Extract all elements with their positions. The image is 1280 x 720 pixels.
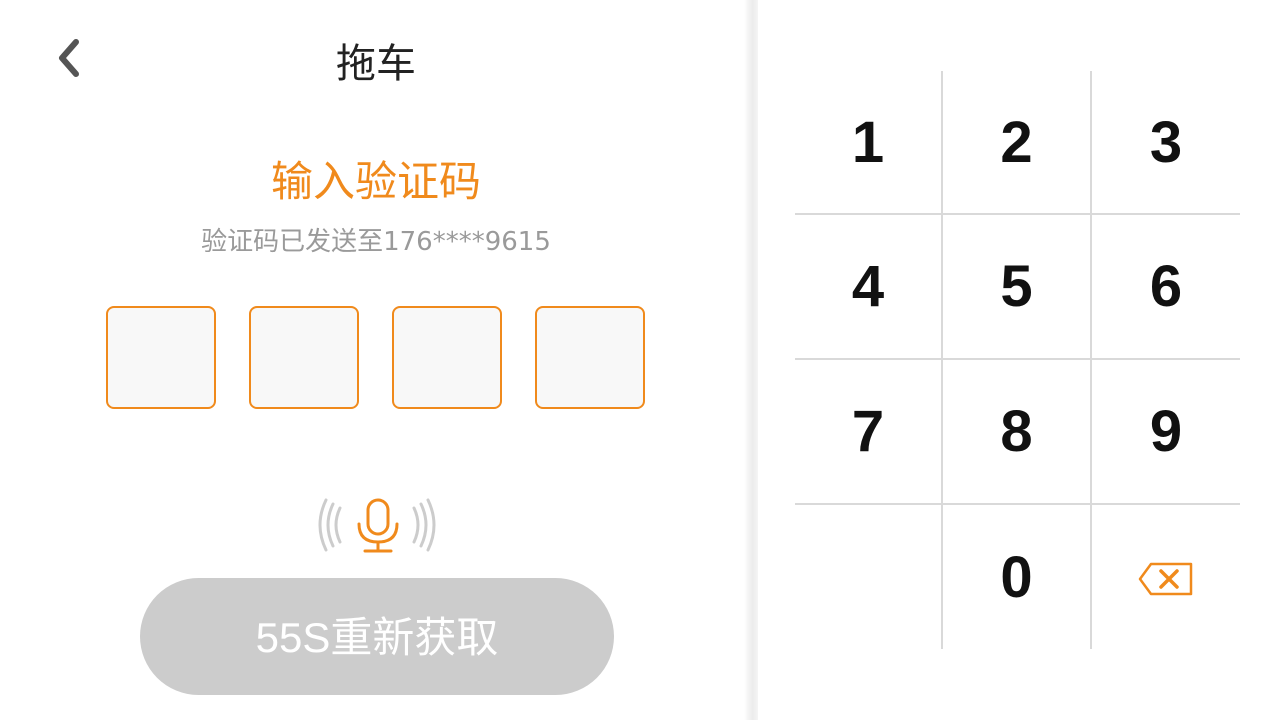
key-3[interactable]: 3 bbox=[1092, 71, 1240, 215]
code-input-group bbox=[106, 306, 645, 409]
verification-screen: 拖车 输入验证码 验证码已发送至176****9615 55S重新获取 1 2 … bbox=[0, 0, 1280, 720]
numeric-keypad: 1 2 3 4 5 6 7 8 9 0 bbox=[795, 71, 1240, 649]
key-2[interactable]: 2 bbox=[943, 71, 1092, 215]
key-4[interactable]: 4 bbox=[795, 215, 943, 360]
key-9[interactable]: 9 bbox=[1092, 360, 1240, 505]
code-digit-1[interactable] bbox=[106, 306, 216, 409]
key-empty bbox=[795, 505, 943, 649]
code-sent-message: 验证码已发送至176****9615 bbox=[201, 227, 551, 257]
key-0[interactable]: 0 bbox=[943, 505, 1092, 649]
key-1[interactable]: 1 bbox=[795, 71, 943, 215]
key-7[interactable]: 7 bbox=[795, 360, 943, 505]
code-digit-3[interactable] bbox=[392, 306, 502, 409]
backspace-icon bbox=[1137, 544, 1195, 611]
page-title: 拖车 bbox=[336, 41, 416, 87]
code-digit-2[interactable] bbox=[249, 306, 359, 409]
verification-panel: 拖车 输入验证码 验证码已发送至176****9615 55S重新获取 bbox=[0, 0, 752, 720]
key-8[interactable]: 8 bbox=[943, 360, 1092, 505]
key-5[interactable]: 5 bbox=[943, 215, 1092, 360]
panel-divider bbox=[744, 0, 758, 720]
resend-code-button[interactable]: 55S重新获取 bbox=[140, 578, 614, 695]
verification-heading: 输入验证码 bbox=[270, 157, 481, 206]
key-6[interactable]: 6 bbox=[1092, 215, 1240, 360]
microphone-icon bbox=[312, 498, 442, 562]
voice-code-button[interactable] bbox=[312, 492, 442, 558]
key-backspace[interactable] bbox=[1092, 505, 1240, 649]
code-digit-4[interactable] bbox=[535, 306, 645, 409]
